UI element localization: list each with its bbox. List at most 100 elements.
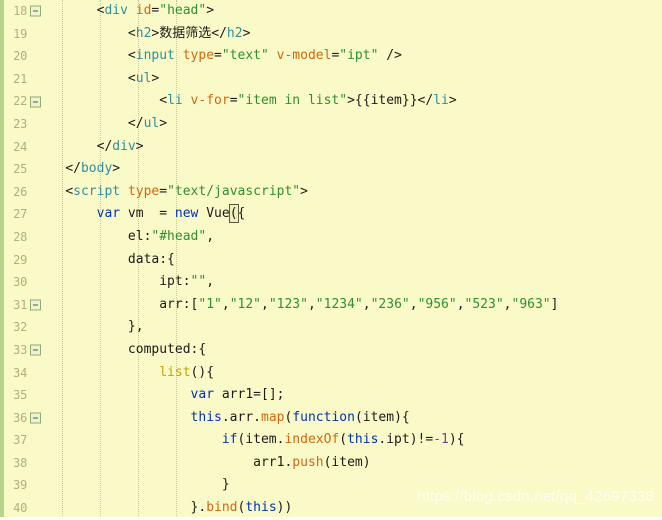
gutter-line-number[interactable]: 39 [0,474,30,497]
gutter-line-number[interactable]: 22 [0,90,41,113]
line-number-label: 20 [13,49,27,64]
line-number-label: 32 [13,320,27,335]
code-token: .ipt)!= [378,432,434,448]
gutter-line-number[interactable]: 36 [0,407,41,430]
code-token: = [229,93,238,109]
code-line[interactable]: var vm = new Vue({ [30,203,662,226]
code-token: map [261,409,285,425]
code-token: vm = [120,206,175,222]
code-token: , [307,296,316,312]
code-token: id [135,3,152,18]
code-line[interactable]: computed:{ [30,339,662,362]
gutter-line-number[interactable]: 23 [0,113,30,136]
code-token: > [206,3,215,18]
code-editor-window[interactable]: 18 19 20 21 22 23 24 25 26 27 28 29 30 31 32 33 34 35 36 37… [0,0,662,520]
code-line[interactable]: </div> [30,136,662,159]
gutter-line-number[interactable]: 21 [0,68,30,91]
gutter-line-number[interactable]: 33 [0,339,41,362]
gutter-line-number[interactable]: 38 [0,452,30,475]
code-token: < [127,48,136,64]
gutter-line-number[interactable]: 18 [0,0,41,23]
code-line[interactable]: } [30,474,662,497]
gutter-line-number[interactable]: 31 [0,294,41,317]
code-line[interactable]: </ul> [30,113,662,136]
code-line[interactable]: list(){ [30,362,662,385]
line-number-label: 35 [13,388,27,403]
code-token: , [456,296,465,312]
code-line[interactable]: }, [30,316,662,339]
line-number-gutter[interactable]: 18 19 20 21 22 23 24 25 26 27 28 29 30 31 32 33 34 35 36 37… [0,0,41,520]
code-fold-collapse-icon[interactable] [30,412,41,424]
code-line[interactable]: <script type="text/javascript"> [30,181,662,204]
code-token: ipt [159,274,183,290]
line-number-label: 26 [13,184,27,199]
gutter-line-number[interactable]: 34 [0,362,30,385]
gutter-line-number[interactable]: 19 [0,23,30,46]
gutter-line-number[interactable]: 27 [0,203,30,226]
code-token: < [159,93,168,109]
code-line[interactable]: var arr1=[]; [30,384,662,407]
code-fold-collapse-icon[interactable] [30,344,41,356]
code-token: /> [378,48,402,64]
gutter-line-number[interactable]: 32 [0,316,30,339]
code-fold-collapse-icon[interactable] [30,5,41,17]
code-token: "text" [221,48,269,64]
code-line[interactable]: <ul> [30,68,662,91]
code-fold-collapse-icon[interactable] [30,96,41,108]
gutter-line-number[interactable]: 30 [0,271,30,294]
line-number-label: 23 [13,116,27,131]
code-token: : [182,274,191,290]
code-line[interactable]: <div id="head"> [30,0,662,23]
code-token: , [206,274,215,290]
code-token: var [190,387,215,403]
code-line[interactable]: ipt:"", [30,271,662,294]
code-token: arr [159,296,183,312]
code-line[interactable]: <h2>数据筛选</h2> [30,23,662,46]
code-token: } [221,477,230,493]
code-line[interactable]: data:{ [30,249,662,272]
code-token: push [292,454,324,470]
line-number-label: 33 [13,342,27,357]
gutter-line-number[interactable]: 37 [0,429,30,452]
code-token: > [448,93,457,109]
gutter-line-number[interactable]: 24 [0,136,30,159]
line-number-label: 28 [13,229,27,244]
gutter-line-number[interactable]: 26 [0,181,30,204]
gutter-line-number[interactable]: 29 [0,249,30,272]
code-token: "item in list" [237,93,348,109]
code-token: arr1. [253,454,293,470]
gutter-line-number[interactable]: 28 [0,226,30,249]
code-token: arr1=[]; [214,387,285,403]
gutter-line-number[interactable]: 35 [0,384,30,407]
code-token: ] [550,296,559,312]
code-fold-collapse-icon[interactable] [30,299,41,311]
code-token: "#head" [151,228,207,244]
code-line[interactable]: arr1.push(item) [30,452,662,475]
gutter-line-number[interactable]: 25 [0,158,30,181]
code-line[interactable]: </body> [30,158,662,181]
code-line[interactable]: if(item.indexOf(this.ipt)!=-1){ [30,429,662,452]
code-token: if [221,432,238,448]
code-line[interactable]: <li v-for="item in list">{{item}}</li> [30,90,662,113]
code-line[interactable]: el:"#head", [30,226,662,249]
code-token: 数据筛选 [159,25,212,41]
code-line[interactable]: <input type="text" v-model="ipt" /> [30,45,662,68]
code-content[interactable]: <div id="head"> <h2>数据筛选</h2> <input typ… [30,0,662,520]
line-number-label: 29 [13,252,27,267]
code-line[interactable]: arr:["1","12","123","1234","236","956","… [30,294,662,317]
code-token: :[ [182,296,199,312]
code-token: "963" [511,296,551,312]
code-line[interactable]: this.arr.map(function(item){ [30,407,662,430]
gutter-line-number[interactable]: 20 [0,45,30,68]
